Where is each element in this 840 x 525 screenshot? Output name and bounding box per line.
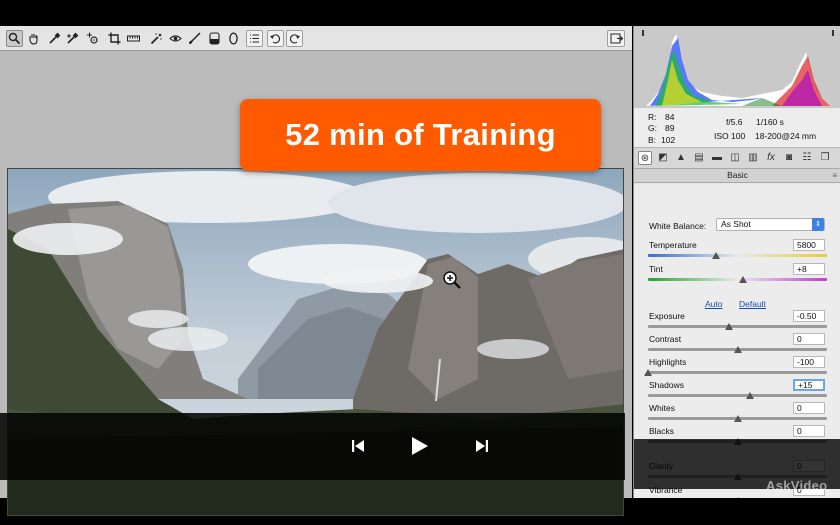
camera-calibration-tab-icon[interactable]: ◙	[782, 151, 796, 165]
targeted-adjustment-tool-icon[interactable]	[84, 30, 101, 47]
panel-tab-bar: ⊛ ◩ ▲ ▤ ▬ ◫ ▥ fx ◙ ☷ ❐	[634, 148, 840, 169]
tone-curve-tab-icon[interactable]: ◩	[656, 151, 670, 165]
white-balance-label: White Balance:	[649, 221, 707, 231]
select-arrows-icon: ⇕	[812, 218, 824, 231]
presets-tab-icon[interactable]: ☷	[800, 151, 814, 165]
contrast-slider-thumb[interactable]	[734, 346, 742, 353]
aperture-value: f/5.6	[726, 117, 743, 127]
training-promo-badge: 52 min of Training	[240, 99, 601, 171]
lens-value: 18-200@24 mm	[755, 131, 817, 141]
white-balance-tool-icon[interactable]	[46, 30, 63, 47]
straighten-tool-icon[interactable]	[125, 30, 142, 47]
skip-forward-icon	[476, 440, 488, 452]
panel-title: Basic	[727, 170, 748, 180]
color-sampler-tool-icon[interactable]	[64, 30, 81, 47]
temperature-value-field[interactable]: 5800	[793, 239, 825, 251]
zoom-tool-icon[interactable]	[6, 30, 23, 47]
highlights-value-field[interactable]: -100	[793, 356, 825, 368]
whites-label: Whites	[649, 403, 675, 413]
lens-corrections-tab-icon[interactable]: ◫	[728, 151, 742, 165]
panel-header: Basic ≡	[634, 169, 840, 183]
basic-tab-icon[interactable]: ⊛	[638, 151, 652, 165]
g-value: 89	[665, 123, 675, 133]
detail-tab-icon[interactable]: ▲	[674, 151, 688, 165]
white-balance-select[interactable]: As Shot ⇕	[716, 218, 825, 231]
hsl-tab-icon[interactable]: ▤	[692, 151, 706, 165]
graduated-filter-tool-icon[interactable]	[206, 30, 223, 47]
askvideo-watermark: AskVideo	[766, 478, 828, 493]
basic-panel: White Balance: As Shot ⇕ Temperature 5800…	[634, 184, 840, 498]
shadows-slider-thumb[interactable]	[746, 392, 754, 399]
shadow-clipping-warning-icon[interactable]	[642, 30, 644, 36]
skip-back-button[interactable]	[341, 429, 375, 463]
temperature-slider-thumb[interactable]	[712, 252, 720, 259]
red-eye-tool-icon[interactable]	[167, 30, 184, 47]
tint-slider-thumb[interactable]	[739, 276, 747, 283]
tint-value-field[interactable]: +8	[793, 263, 825, 275]
exposure-value-field[interactable]: -0.50	[793, 310, 825, 322]
blacks-value-field[interactable]: 0	[793, 425, 825, 437]
highlights-slider-thumb[interactable]	[644, 369, 652, 376]
split-toning-tab-icon[interactable]: ▬	[710, 151, 724, 165]
whites-value-field[interactable]: 0	[793, 402, 825, 414]
default-link[interactable]: Default	[739, 299, 766, 309]
shutter-value: 1/160 s	[756, 117, 784, 127]
zoom-cursor-icon	[443, 271, 461, 289]
panel-menu-icon[interactable]: ≡	[832, 169, 837, 182]
crop-tool-icon[interactable]	[106, 30, 123, 47]
fullscreen-toggle-icon[interactable]	[607, 30, 625, 47]
rotate-left-icon[interactable]	[267, 30, 284, 47]
exposure-slider-thumb[interactable]	[725, 323, 733, 330]
highlight-clipping-warning-icon[interactable]	[832, 30, 834, 36]
skip-forward-button[interactable]	[465, 429, 499, 463]
play-icon	[412, 437, 428, 455]
tool-bar	[0, 26, 632, 51]
g-label: G:	[648, 123, 657, 133]
rotate-right-icon[interactable]	[286, 30, 303, 47]
iso-value: ISO 100	[714, 131, 746, 141]
adjustment-brush-tool-icon[interactable]	[186, 30, 203, 47]
contrast-label: Contrast	[649, 334, 682, 344]
transform-tab-icon[interactable]: ▥	[746, 151, 760, 165]
r-label: R:	[648, 112, 657, 122]
b-label: B:	[648, 135, 657, 145]
auto-link[interactable]: Auto	[705, 299, 723, 309]
tint-slider-track[interactable]	[648, 278, 827, 281]
whites-slider-thumb[interactable]	[734, 415, 742, 422]
temperature-label: Temperature	[649, 240, 697, 250]
effects-tab-icon[interactable]: fx	[764, 151, 778, 165]
contrast-value-field[interactable]: 0	[793, 333, 825, 345]
vibrance-slider-thumb[interactable]	[734, 497, 742, 498]
shadows-slider-track[interactable]	[648, 394, 827, 397]
highlights-label: Highlights	[649, 357, 687, 367]
r-value: 84	[665, 112, 675, 122]
white-balance-value: As Shot	[721, 219, 751, 229]
spot-removal-tool-icon[interactable]	[148, 30, 165, 47]
highlights-slider-track[interactable]	[648, 371, 827, 374]
histogram	[634, 26, 840, 108]
hand-tool-icon[interactable]	[25, 30, 42, 47]
app-window: 52 min of Training R: 84 G: 89 B: 102 f/…	[0, 0, 840, 525]
play-button[interactable]	[402, 429, 436, 463]
radial-filter-tool-icon[interactable]	[225, 30, 242, 47]
temperature-slider-track[interactable]	[648, 254, 827, 257]
b-value: 102	[661, 135, 676, 145]
adjustments-panel: R: 84 G: 89 B: 102 f/5.6 1/160 s ISO 100…	[633, 26, 840, 498]
tint-label: Tint	[649, 264, 663, 274]
snapshots-tab-icon[interactable]: ❐	[818, 151, 832, 165]
preferences-icon[interactable]	[246, 30, 263, 47]
shadows-value-field[interactable]: +15	[793, 379, 825, 391]
shadows-label: Shadows	[649, 380, 684, 390]
video-player-controls	[0, 413, 625, 480]
exposure-slider-track[interactable]	[648, 325, 827, 328]
blacks-label: Blacks	[649, 426, 675, 436]
exposure-label: Exposure	[649, 311, 685, 321]
skip-back-icon	[352, 440, 364, 452]
pixel-readout: R: 84 G: 89 B: 102 f/5.6 1/160 s ISO 100…	[634, 108, 840, 148]
